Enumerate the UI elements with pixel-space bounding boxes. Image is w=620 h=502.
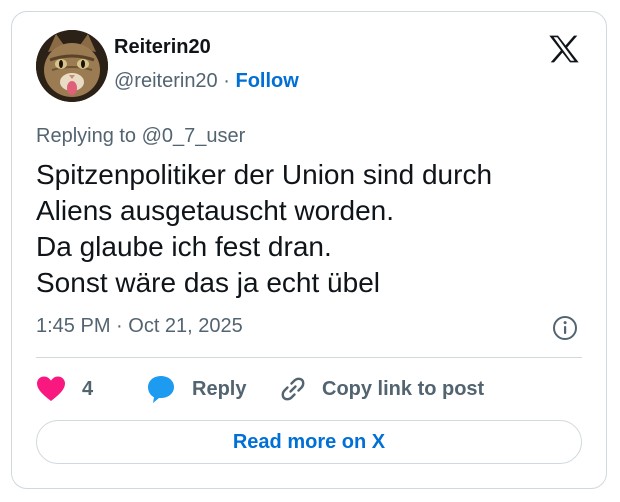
reply-button[interactable] bbox=[146, 374, 176, 404]
separator-dot: · bbox=[223, 70, 230, 92]
copy-link-label[interactable]: Copy link to post bbox=[322, 374, 484, 404]
x-logo-icon[interactable] bbox=[548, 34, 580, 64]
read-more-button[interactable]: Read more on X bbox=[36, 420, 582, 464]
post-body: Spitzenpolitiker der Union sind durch Al… bbox=[36, 157, 576, 301]
post-body-line: Da glaube ich fest dran. bbox=[36, 231, 332, 262]
link-icon bbox=[281, 377, 305, 401]
like-button[interactable] bbox=[36, 374, 66, 404]
author-display-name[interactable]: Reiterin20 bbox=[114, 36, 211, 59]
divider bbox=[36, 357, 582, 358]
follow-button[interactable]: Follow bbox=[235, 70, 298, 92]
cat-avatar-image bbox=[36, 30, 108, 102]
reply-context[interactable]: Replying to @0_7_user bbox=[36, 125, 245, 148]
author-handle[interactable]: @reiterin20 bbox=[114, 70, 218, 92]
post-timestamp[interactable]: 1:45 PM · Oct 21, 2025 bbox=[36, 315, 243, 338]
avatar[interactable] bbox=[36, 30, 108, 102]
copy-link-button[interactable] bbox=[278, 374, 308, 404]
info-icon[interactable] bbox=[552, 315, 578, 341]
post-body-line: Aliens ausgetauscht worden. bbox=[36, 195, 394, 226]
heart-icon bbox=[37, 376, 65, 401]
speech-bubble-icon bbox=[148, 376, 174, 403]
action-bar: 4 Reply Copy link to post bbox=[36, 374, 576, 404]
embedded-post-card: Reiterin20 @reiterin20 · Follow Replying… bbox=[11, 11, 607, 489]
like-count: 4 bbox=[82, 377, 94, 400]
post-body-line: Spitzenpolitiker der Union sind durch bbox=[36, 159, 493, 190]
author-handle-line: @reiterin20 · Follow bbox=[114, 70, 299, 93]
post-body-line: Sonst wäre das ja echt übel bbox=[36, 267, 380, 298]
reply-label[interactable]: Reply bbox=[192, 374, 246, 404]
